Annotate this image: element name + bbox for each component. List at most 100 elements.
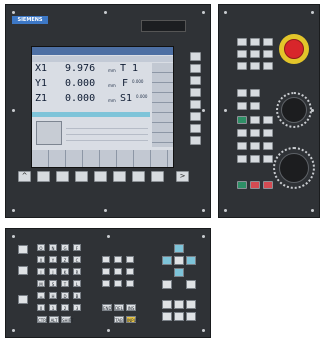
key-edit-6[interactable] [126, 268, 134, 275]
key-1[interactable]: 1 [49, 304, 57, 311]
function-key-4[interactable] [250, 102, 260, 110]
horizontal-softkey-1[interactable] [37, 171, 50, 182]
function-key-14[interactable] [263, 155, 273, 163]
key-m[interactable]: M [37, 280, 45, 287]
vertical-softkey-7[interactable] [190, 124, 201, 133]
cycle-start-button[interactable] [237, 116, 247, 124]
mode-key-9[interactable] [263, 62, 273, 70]
key-l[interactable]: L [73, 280, 81, 287]
function-key-11[interactable] [263, 142, 273, 150]
function-key-1[interactable] [237, 89, 247, 97]
vertical-softkey-4[interactable] [190, 88, 201, 97]
cursor-right-key[interactable] [186, 256, 196, 265]
function-key-left-2[interactable] [18, 266, 28, 275]
vertical-softkey-6[interactable] [190, 112, 201, 121]
key-edit-7[interactable] [102, 280, 110, 287]
spindle-stop-button[interactable] [250, 181, 260, 189]
key-o[interactable]: O [37, 244, 45, 251]
mode-key-5[interactable] [250, 50, 260, 58]
mode-key-4[interactable] [237, 50, 247, 58]
function-key-2[interactable] [250, 89, 260, 97]
function-key-8[interactable] [263, 129, 273, 137]
key-edit-1[interactable] [102, 256, 110, 263]
key-equals[interactable]: = [37, 292, 45, 299]
key-s[interactable]: S [49, 280, 57, 287]
key-0[interactable]: 0 [37, 304, 45, 311]
key-d[interactable]: D [61, 292, 69, 299]
nav-key-5[interactable] [174, 312, 184, 321]
function-key-13[interactable] [250, 155, 260, 163]
key-3[interactable]: 3 [73, 304, 81, 311]
horizontal-softkey-5[interactable] [113, 171, 126, 182]
softkey-recall-button[interactable]: ^ [18, 171, 31, 182]
function-key-6[interactable] [237, 129, 247, 137]
key-g[interactable]: G [61, 244, 69, 251]
key-y[interactable]: Y [49, 256, 57, 263]
vertical-softkey-1[interactable] [190, 52, 201, 61]
key-2[interactable]: 2 [61, 304, 69, 311]
function-key-7[interactable] [250, 129, 260, 137]
key-z[interactable]: Z [61, 256, 69, 263]
nav-key-1[interactable] [162, 300, 172, 309]
vertical-softkey-2[interactable] [190, 64, 201, 73]
key-r[interactable]: R [73, 268, 81, 275]
function-key-9[interactable] [237, 142, 247, 150]
key-edit-3[interactable] [126, 256, 134, 263]
key-alt[interactable]: ALT [49, 316, 59, 323]
cursor-left-key[interactable] [162, 256, 172, 265]
function-key-left-1[interactable] [18, 245, 28, 254]
key-n[interactable]: N [49, 244, 57, 251]
key-ctrl[interactable]: CTRL [37, 316, 48, 323]
emergency-stop-button[interactable] [284, 39, 304, 59]
function-key-10[interactable] [250, 142, 260, 150]
function-key-12[interactable] [237, 155, 247, 163]
key-x[interactable]: X [37, 256, 45, 263]
key-end[interactable]: END [102, 304, 112, 311]
horizontal-softkey-2[interactable] [56, 171, 69, 182]
function-key-5[interactable] [263, 116, 273, 124]
nav-key-3[interactable] [186, 300, 196, 309]
key-ins[interactable]: INS [126, 304, 136, 311]
key-edit-2[interactable] [114, 256, 122, 263]
cursor-down-key[interactable] [174, 268, 184, 277]
key-b[interactable]: B [73, 292, 81, 299]
softkey-etc-button[interactable]: > [176, 171, 189, 182]
mode-key-6[interactable] [263, 50, 273, 58]
function-key-3[interactable] [237, 102, 247, 110]
horizontal-softkey-4[interactable] [94, 171, 107, 182]
key-edit-9[interactable] [126, 280, 134, 287]
key-tab[interactable]: TAB [114, 316, 124, 323]
key-f[interactable]: F [73, 244, 81, 251]
mode-key-8[interactable] [250, 62, 260, 70]
key-h[interactable]: H [49, 292, 57, 299]
spindle-start-button[interactable] [237, 181, 247, 189]
horizontal-softkey-7[interactable] [151, 171, 164, 182]
key-del[interactable]: DEL [114, 304, 124, 311]
key-k[interactable]: K [61, 268, 69, 275]
mode-key-1[interactable] [237, 38, 247, 46]
key-j[interactable]: J [49, 268, 57, 275]
function-key-left-3[interactable] [18, 295, 28, 304]
cycle-stop-button[interactable] [250, 116, 260, 124]
mode-key-2[interactable] [250, 38, 260, 46]
page-down-key[interactable] [186, 280, 196, 289]
horizontal-softkey-3[interactable] [75, 171, 88, 182]
nav-key-6[interactable] [186, 312, 196, 321]
key-shift[interactable]: SHIFT [61, 316, 73, 323]
cursor-select-key[interactable] [174, 256, 184, 265]
vertical-softkey-3[interactable] [190, 76, 201, 85]
key-c[interactable]: C [73, 256, 81, 263]
cursor-up-key[interactable] [174, 244, 184, 253]
nav-key-4[interactable] [162, 312, 172, 321]
spindle-reset-button[interactable] [263, 181, 273, 189]
key-i[interactable]: I [37, 268, 45, 275]
horizontal-softkey-6[interactable] [132, 171, 145, 182]
mode-key-7[interactable] [237, 62, 247, 70]
key-edit-4[interactable] [102, 268, 110, 275]
vertical-softkey-8[interactable] [190, 136, 201, 145]
key-edit-5[interactable] [114, 268, 122, 275]
key-t[interactable]: T [61, 280, 69, 287]
vertical-softkey-5[interactable] [190, 100, 201, 109]
nav-key-2[interactable] [174, 300, 184, 309]
key-edit-8[interactable] [114, 280, 122, 287]
